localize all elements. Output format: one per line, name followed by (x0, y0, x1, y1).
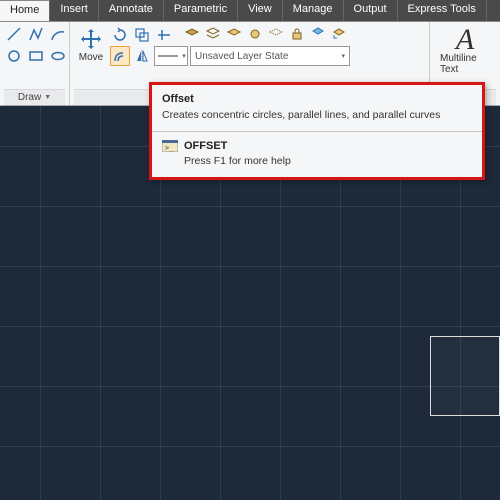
layer-iso-tool[interactable] (224, 24, 244, 44)
tab-home[interactable]: Home (0, 0, 50, 21)
move-tool[interactable]: Move (74, 24, 108, 65)
panel-draw-label: Draw (18, 92, 41, 103)
polyline-tool[interactable] (26, 24, 46, 44)
multiline-text-tool[interactable]: A Multiline Text (434, 24, 496, 77)
tab-manage[interactable]: Manage (283, 0, 344, 21)
tooltip-command: OFFSET (184, 140, 291, 152)
gridline (0, 266, 500, 267)
tab-annotate[interactable]: Annotate (99, 0, 164, 21)
layer-freeze-tool[interactable] (245, 24, 265, 44)
arc-tool[interactable] (48, 24, 68, 44)
layer-state-dropdown[interactable]: Unsaved Layer State▾ (190, 46, 350, 66)
selection-box (430, 336, 500, 416)
copy-tool[interactable] (132, 25, 152, 45)
gridline (0, 326, 500, 327)
tooltip-description: Creates concentric circles, parallel lin… (162, 109, 472, 121)
layer-off-tool[interactable] (266, 24, 286, 44)
tab-parametric[interactable]: Parametric (164, 0, 238, 21)
offset-tool[interactable] (110, 46, 130, 66)
ribbon-tabbar: Home Insert Annotate Parametric View Man… (0, 0, 500, 22)
trim-tool[interactable] (154, 25, 174, 45)
circle-tool[interactable] (4, 46, 24, 66)
mirror-tool[interactable] (132, 46, 152, 66)
panel-draw: Draw▼ (0, 22, 70, 105)
layer-states-tool[interactable] (203, 24, 223, 44)
tab-express-tools[interactable]: Express Tools (398, 0, 487, 21)
line-tool[interactable] (4, 24, 24, 44)
multiline-text-label: Multiline Text (440, 53, 490, 75)
svg-text:>_: >_ (165, 144, 174, 152)
tab-insert[interactable]: Insert (50, 0, 99, 21)
layer-prev-tool[interactable] (329, 24, 349, 44)
gridline (100, 106, 101, 500)
gridline (40, 106, 41, 500)
tab-output[interactable]: Output (344, 0, 398, 21)
layer-match-tool[interactable] (308, 24, 328, 44)
tooltip-title: Offset (162, 93, 472, 105)
rectangle-tool[interactable] (26, 46, 46, 66)
tooltip-offset: Offset Creates concentric circles, paral… (149, 82, 485, 180)
layer-lock-tool[interactable] (287, 24, 307, 44)
tooltip-help-text: Press F1 for more help (184, 155, 291, 167)
text-icon: A (456, 26, 474, 53)
gridline (0, 206, 500, 207)
command-prompt-icon: >_ (162, 140, 178, 152)
layer-state-label: Unsaved Layer State (195, 51, 288, 62)
gridline (0, 446, 500, 447)
rotate-tool[interactable] (110, 25, 130, 45)
move-label: Move (79, 52, 103, 63)
gridline (0, 386, 500, 387)
ellipse-tool[interactable] (48, 46, 68, 66)
panel-title-draw[interactable]: Draw▼ (4, 89, 65, 105)
chevron-down-icon: ▼ (44, 94, 51, 101)
linetype-dropdown[interactable]: ▾ (154, 46, 188, 66)
tab-view[interactable]: View (238, 0, 283, 21)
layer-props-tool[interactable] (182, 24, 202, 44)
